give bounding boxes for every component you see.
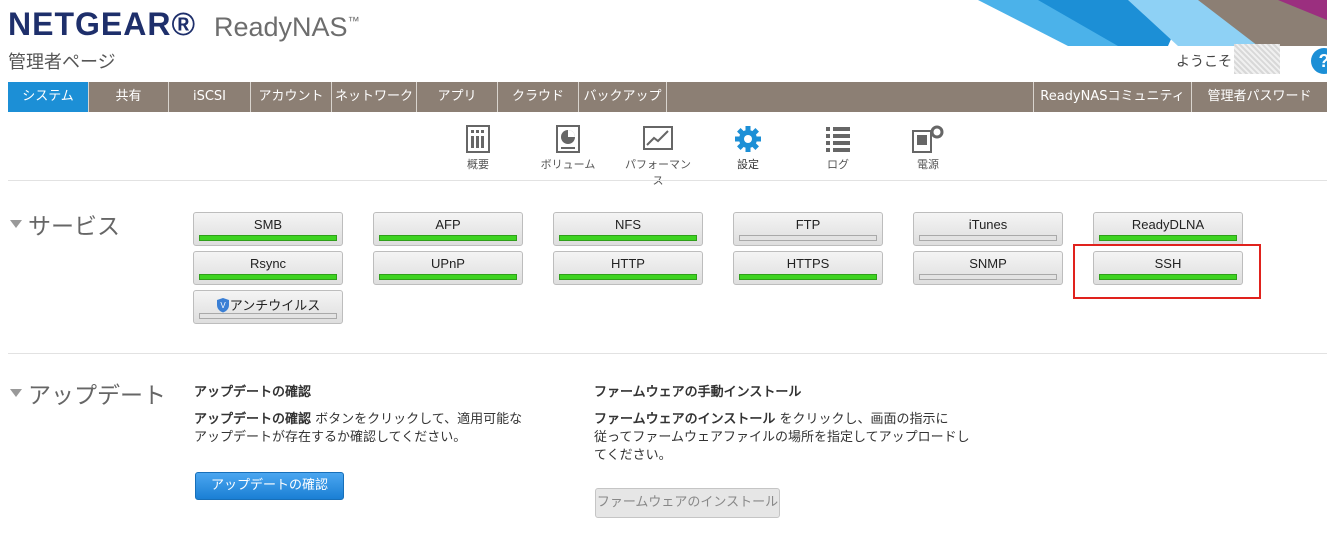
service-http[interactable]: HTTP [553, 251, 703, 285]
nav-admin-password[interactable]: 管理者パスワード [1191, 82, 1327, 112]
subnav-log[interactable]: ログ [803, 124, 873, 172]
subnav-power[interactable]: 電源 [893, 124, 963, 172]
status-bar [199, 235, 337, 241]
service-afp[interactable]: AFP [373, 212, 523, 246]
service-readydlna[interactable]: ReadyDLNA [1093, 212, 1243, 246]
status-bar [199, 313, 337, 319]
status-bar [199, 274, 337, 280]
nav-apps[interactable]: アプリ [417, 82, 498, 112]
check-update-heading: アップデートの確認 [194, 385, 312, 400]
service-ftp[interactable]: FTP [733, 212, 883, 246]
divider [8, 180, 1327, 181]
subnav-volume[interactable]: ボリューム [533, 124, 603, 172]
subnav-label: 概要 [467, 158, 489, 171]
nav-network[interactable]: ネットワーク [332, 82, 417, 112]
service-smb[interactable]: SMB [193, 212, 343, 246]
subnav-overview[interactable]: 概要 [443, 124, 513, 172]
header-decoration [978, 0, 1327, 46]
subnav-label: 設定 [737, 158, 759, 171]
ssh-highlight-box [1073, 244, 1261, 299]
section-title: アップデート [28, 383, 166, 409]
log-icon [803, 124, 873, 154]
subnav-label: 電源 [917, 158, 939, 171]
performance-icon [623, 124, 693, 154]
section-title: サービス [28, 214, 120, 240]
status-bar [559, 274, 697, 280]
nav-backup[interactable]: バックアップ [579, 82, 667, 112]
install-firmware-button[interactable]: ファームウェアのインストール [595, 488, 780, 518]
collapse-triangle-icon [10, 219, 22, 228]
nav-system[interactable]: システム [8, 82, 89, 112]
shield-icon: V [216, 298, 229, 313]
service-upnp[interactable]: UPnP [373, 251, 523, 285]
user-avatar[interactable] [1234, 44, 1280, 74]
overview-icon [443, 124, 513, 154]
product-name: ReadyNAS™ [214, 12, 360, 42]
nav-accounts[interactable]: アカウント [251, 82, 332, 112]
volume-icon [533, 124, 603, 154]
status-bar [739, 274, 877, 280]
divider [8, 353, 1327, 354]
services-section-toggle[interactable]: サービス [10, 207, 120, 241]
nav-cloud[interactable]: クラウド [498, 82, 579, 112]
firmware-install-heading: ファームウェアの手動インストール [594, 385, 802, 400]
service-https[interactable]: HTTPS [733, 251, 883, 285]
check-update-button[interactable]: アップデートの確認 [195, 472, 344, 500]
update-section-toggle[interactable]: アップデート [10, 376, 166, 410]
page-subtitle: 管理者ページ [8, 52, 116, 73]
nav-shares[interactable]: 共有 [89, 82, 169, 112]
svg-text:V: V [220, 301, 226, 310]
status-bar [919, 235, 1057, 241]
status-bar [739, 235, 877, 241]
service-antivirus[interactable]: V アンチウイルス [193, 290, 343, 324]
status-bar [379, 274, 517, 280]
netgear-logo: NETGEAR® [8, 6, 197, 42]
firmware-install-description: ファームウェアのインストール をクリックし、画面の指示に 従ってファームウェアフ… [594, 412, 970, 463]
subnav-label: ログ [827, 158, 849, 171]
nav-iscsi[interactable]: iSCSI [169, 82, 251, 112]
service-rsync[interactable]: Rsync [193, 251, 343, 285]
service-nfs[interactable]: NFS [553, 212, 703, 246]
nav-community[interactable]: ReadyNASコミュニティ [1033, 82, 1191, 112]
status-bar [379, 235, 517, 241]
status-bar [559, 235, 697, 241]
status-bar [1099, 235, 1237, 241]
subnav-performance[interactable]: パフォーマンス [623, 124, 693, 188]
welcome-text: ようこそ [1176, 54, 1232, 70]
help-icon[interactable]: ? [1311, 48, 1327, 74]
subnav-label: ボリューム [540, 158, 596, 171]
service-itunes[interactable]: iTunes [913, 212, 1063, 246]
subnav-label: パフォーマンス [625, 158, 691, 187]
check-update-description: アップデートの確認 ボタンをクリックして、適用可能な アップデートが存在するか確… [194, 412, 523, 445]
power-icon [893, 124, 963, 154]
collapse-triangle-icon [10, 388, 22, 397]
service-label: アンチウイルス [229, 298, 321, 313]
status-bar [919, 274, 1057, 280]
gear-icon [713, 124, 783, 154]
subnav-settings[interactable]: 設定 [713, 124, 783, 172]
service-snmp[interactable]: SNMP [913, 251, 1063, 285]
